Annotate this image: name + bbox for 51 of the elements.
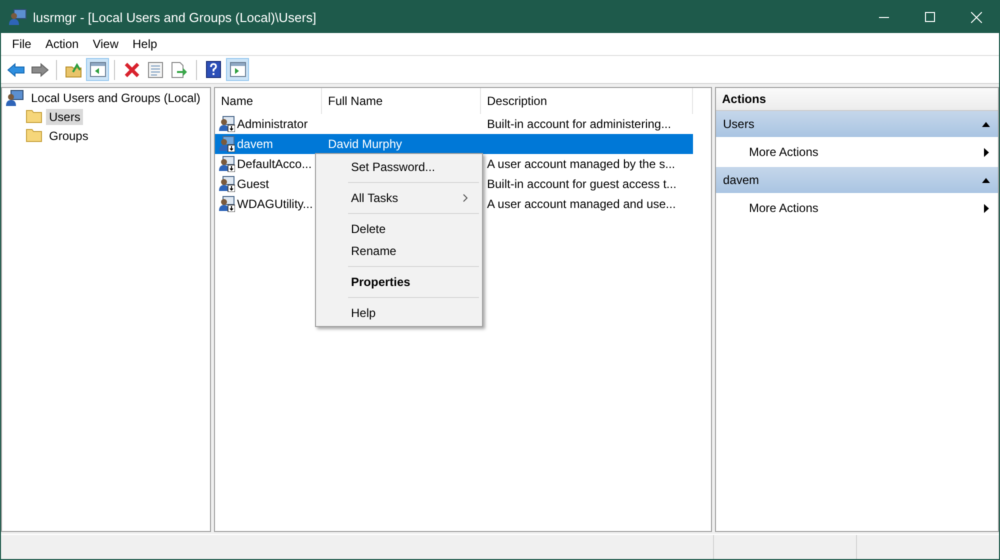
action-item[interactable]: More Actions [716, 137, 998, 167]
menu-item[interactable]: View [86, 37, 126, 51]
properties-icon [148, 62, 163, 78]
back-arrow-icon [6, 62, 24, 76]
close-icon [970, 12, 982, 22]
computer-users-icon [9, 9, 27, 25]
action-pane-icon [230, 62, 246, 77]
delete-icon [124, 62, 140, 78]
table-cell: David Murphy [322, 134, 481, 154]
table-cell-text: Built-in account for administering... [486, 116, 672, 133]
tree-item[interactable]: Local Users and Groups (Local) [28, 90, 204, 106]
context-menu-item[interactable]: Properties [316, 271, 482, 293]
computer-users-icon [6, 90, 24, 106]
table-cell-text: A user account managed and use... [486, 196, 677, 213]
user-account-icon [219, 196, 235, 212]
menu-item[interactable]: File [5, 37, 38, 51]
table-cell-text: A user account managed by the s... [486, 156, 676, 173]
submenu-arrow-icon [984, 148, 989, 156]
action-section-header[interactable]: davem [716, 167, 998, 193]
context-menu-item[interactable]: Delete [316, 218, 482, 240]
context-menu-item[interactable]: Rename [316, 240, 482, 262]
export-list-icon [171, 62, 188, 78]
user-account-icon [219, 136, 235, 152]
table-cell-text: Built-in account for guest access t... [486, 176, 678, 193]
tree-item[interactable]: Users [46, 108, 84, 124]
user-account-icon [219, 156, 235, 172]
forward-arrow-icon [30, 62, 48, 76]
folder-up-icon [65, 62, 82, 78]
action-section-header[interactable]: Users [716, 111, 998, 137]
folder-icon [26, 129, 42, 142]
user-account-icon [219, 176, 235, 192]
column-header[interactable]: Full Name [322, 88, 481, 114]
folder-icon [26, 110, 42, 123]
context-menu-item[interactable]: Help [316, 302, 482, 324]
column-header[interactable]: Name [215, 88, 322, 114]
tree-pane-icon [90, 62, 106, 77]
actions-title: Actions [716, 88, 998, 111]
help-icon [206, 61, 221, 78]
maximize-icon [925, 12, 935, 22]
action-item[interactable]: More Actions [716, 193, 998, 223]
user-account-icon [219, 116, 235, 132]
table-row-name[interactable]: Administrator [215, 114, 322, 134]
collapse-icon[interactable] [982, 121, 990, 127]
menu-item[interactable]: Help [126, 37, 164, 51]
window-title: lusrmgr - [Local Users and Groups (Local)\Users] [33, 10, 318, 24]
column-header[interactable]: Description [481, 88, 693, 114]
collapse-icon[interactable] [982, 177, 990, 183]
table-row-name[interactable]: davem [215, 134, 322, 154]
menu-item[interactable]: Action [38, 37, 86, 51]
submenu-arrow-icon [984, 204, 989, 212]
tree-item[interactable]: Groups [46, 128, 92, 144]
